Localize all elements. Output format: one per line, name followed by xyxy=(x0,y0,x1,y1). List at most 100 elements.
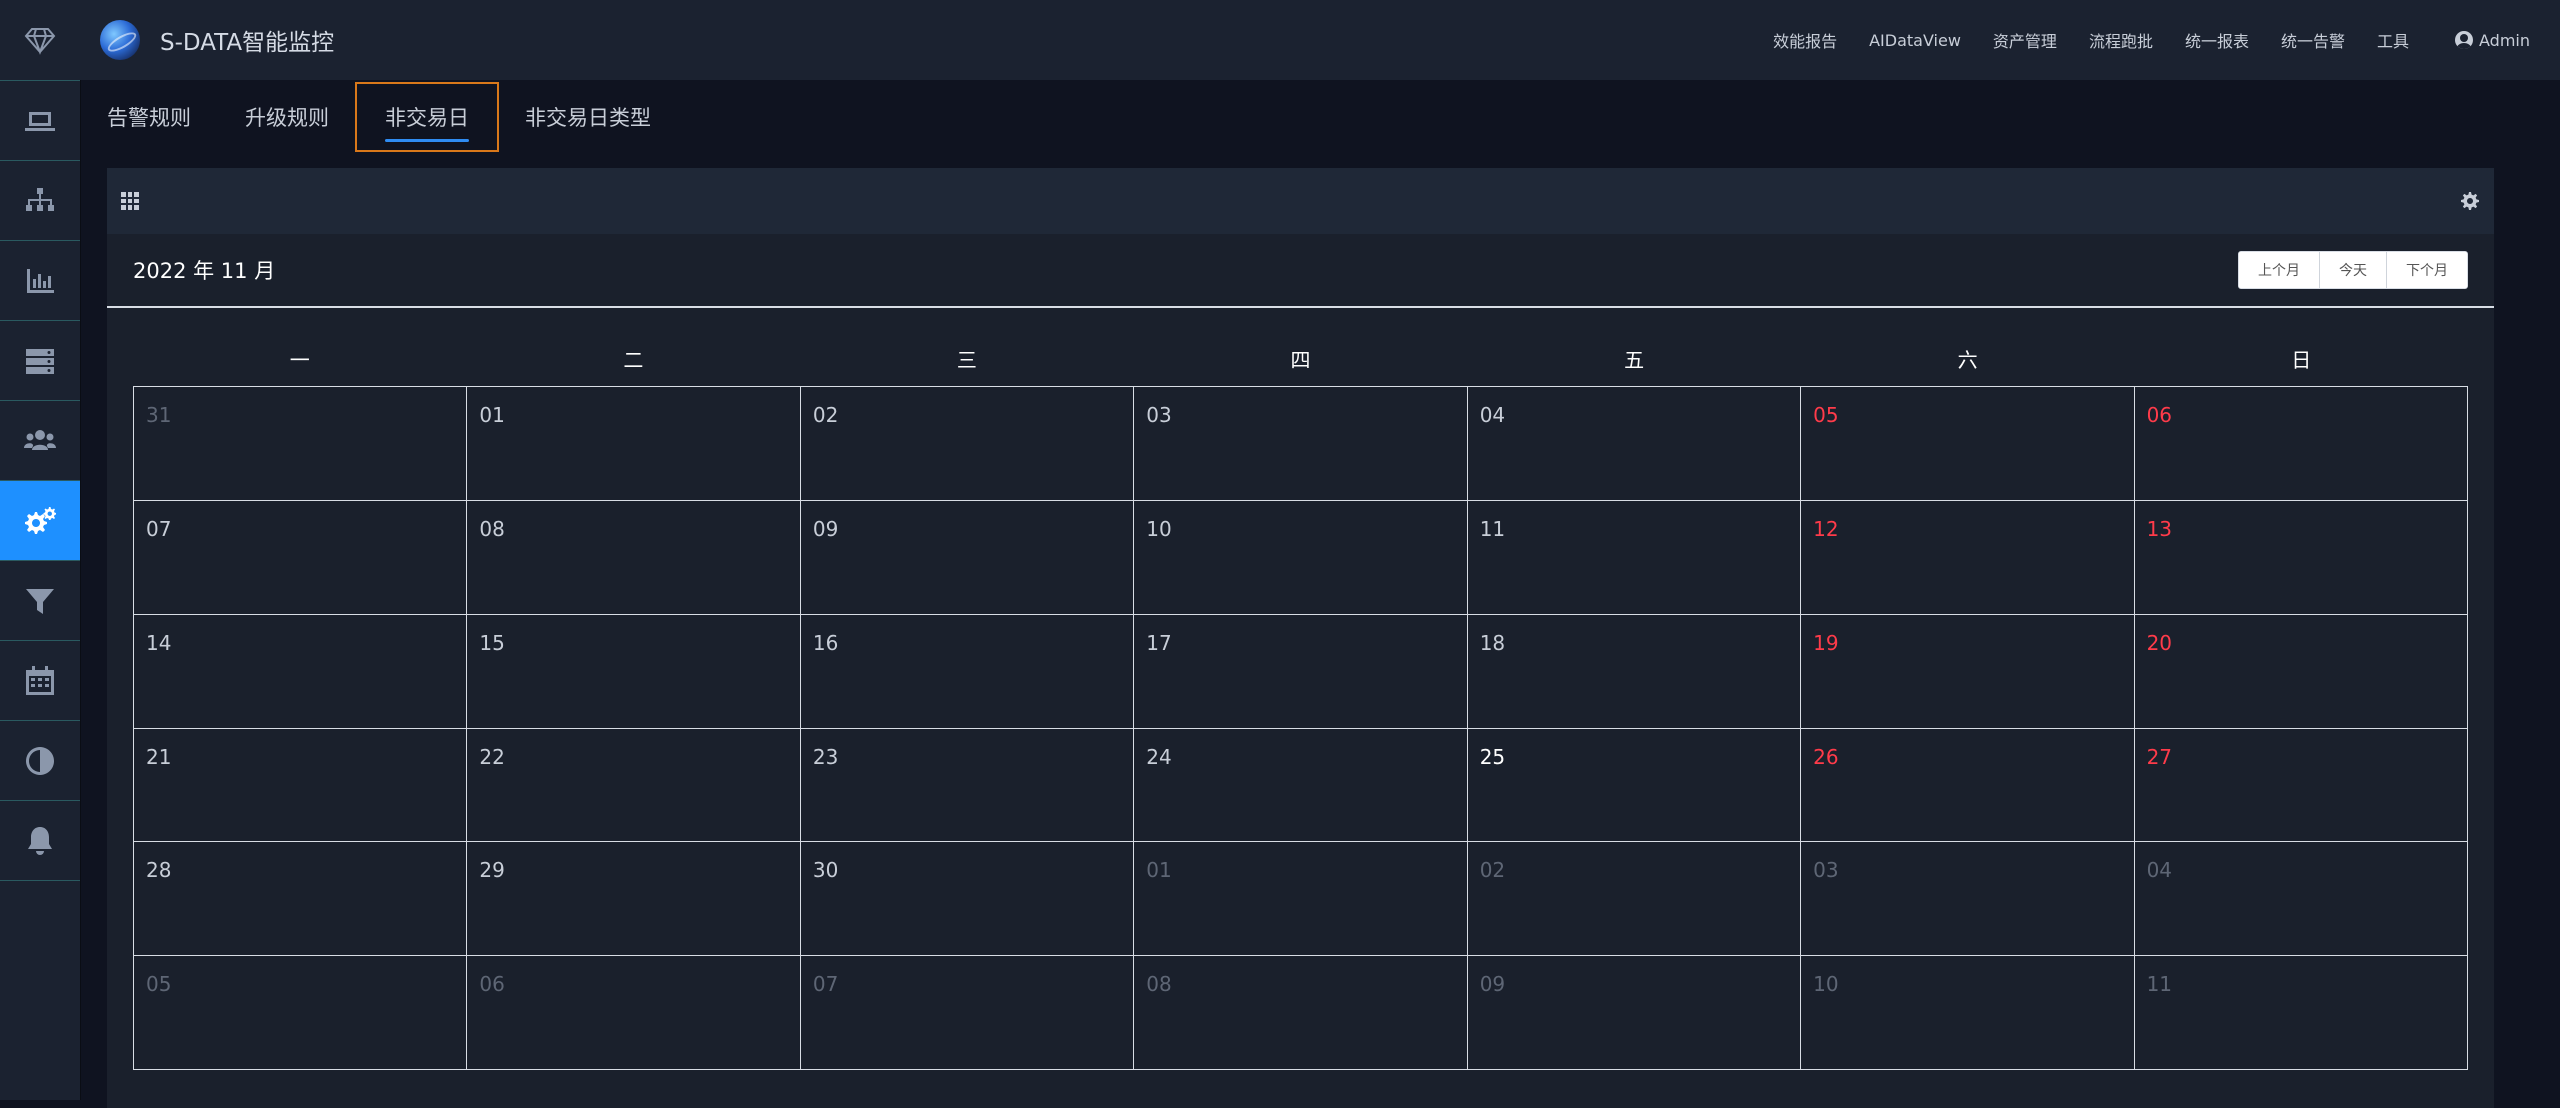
sidebar-item-filter[interactable] xyxy=(0,561,80,641)
calendar-day-cell[interactable]: 10 xyxy=(1134,500,1468,615)
calendar-day-cell[interactable]: 12 xyxy=(1801,500,2135,615)
calendar-day-cell[interactable]: 09 xyxy=(1467,956,1802,1070)
calendar-day-cell[interactable]: 15 xyxy=(467,614,801,729)
calendar-day-cell[interactable]: 29 xyxy=(467,842,801,957)
weekday-label: 日 xyxy=(2291,347,2312,372)
sidebar xyxy=(0,0,81,1100)
nav-item-efficiency-report[interactable]: 效能报告 xyxy=(1773,28,1837,52)
grid-menu-icon[interactable] xyxy=(121,192,139,210)
top-bar: S-DATA智能监控 效能报告 AIDataView 资产管理 流程跑批 统一报… xyxy=(80,0,2560,80)
weekday-label: 一 xyxy=(289,347,310,372)
calendar-day-cell[interactable]: 06 xyxy=(467,956,801,1070)
calendar-day-cell[interactable]: 05 xyxy=(1801,387,2135,501)
calendar-day-cell[interactable]: 27 xyxy=(2134,728,2468,843)
calendar-icon xyxy=(26,665,54,695)
calendar-day-cell[interactable]: 30 xyxy=(800,842,1135,957)
calendar-day-cell[interactable]: 05 xyxy=(134,956,468,1070)
weekday-header: 一 二 三 四 五 六 日 xyxy=(133,330,2468,386)
nav-item-unified-report[interactable]: 统一报表 xyxy=(2185,28,2249,52)
sidebar-item-sitemap[interactable] xyxy=(0,161,80,241)
calendar-day-cell[interactable]: 04 xyxy=(1467,387,1802,501)
calendar-header: 2022 年 11 月 上个月 今天 下个月 xyxy=(107,234,2494,308)
weekday-label: 四 xyxy=(1290,347,1311,372)
calendar-day-cell[interactable]: 11 xyxy=(2134,956,2468,1070)
calendar-day-cell[interactable]: 28 xyxy=(134,842,468,957)
users-icon xyxy=(24,429,56,450)
top-nav: 效能报告 AIDataView 资产管理 流程跑批 统一报表 统一告警 工具 A… xyxy=(1741,28,2530,52)
diamond-logo-icon[interactable] xyxy=(0,0,80,81)
calendar-day-cell[interactable]: 18 xyxy=(1467,614,1802,729)
app-title: S-DATA智能监控 xyxy=(160,30,335,56)
tab-alert-rules[interactable]: 告警规则 xyxy=(107,82,191,152)
calendar-day-cell[interactable]: 25 xyxy=(1467,728,1802,843)
sidebar-item-settings[interactable] xyxy=(0,481,80,561)
calendar-day-cell[interactable]: 31 xyxy=(134,387,468,501)
tab-escalation-rules[interactable]: 升级规则 xyxy=(245,82,329,152)
settings-gear-icon[interactable] xyxy=(2460,191,2480,211)
sidebar-item-theme[interactable] xyxy=(0,721,80,801)
nav-item-batch-process[interactable]: 流程跑批 xyxy=(2089,28,2153,52)
calendar-day-cell[interactable]: 07 xyxy=(134,500,468,615)
tab-non-trading-days[interactable]: 非交易日 xyxy=(355,82,499,152)
calendar-day-cell[interactable]: 04 xyxy=(2134,842,2468,957)
calendar-day-cell[interactable]: 11 xyxy=(1467,500,1802,615)
calendar-day-cell[interactable]: 13 xyxy=(2134,500,2468,615)
calendar-day-cell[interactable]: 02 xyxy=(1467,842,1802,957)
sidebar-item-charts[interactable] xyxy=(0,241,80,321)
calendar-day-cell[interactable]: 21 xyxy=(134,728,468,843)
calendar-day-cell[interactable]: 20 xyxy=(2134,614,2468,729)
bell-icon xyxy=(28,826,52,855)
admin-label: Admin xyxy=(2479,30,2530,50)
calendar-day-cell[interactable]: 19 xyxy=(1801,614,2135,729)
calendar-nav-buttons: 上个月 今天 下个月 xyxy=(2238,251,2468,289)
user-circle-icon xyxy=(2455,31,2473,49)
calendar-day-cell[interactable]: 01 xyxy=(467,387,801,501)
weekday-label: 三 xyxy=(956,347,977,372)
server-icon xyxy=(26,348,54,374)
calendar-day-cell[interactable]: 17 xyxy=(1134,614,1468,729)
globe-logo-icon xyxy=(100,20,140,60)
nav-item-aidataview[interactable]: AIDataView xyxy=(1869,31,1961,50)
calendar-day-cell[interactable]: 09 xyxy=(800,500,1135,615)
admin-menu[interactable]: Admin xyxy=(2455,31,2530,50)
calendar-month-title: 2022 年 11 月 xyxy=(133,259,276,283)
sidebar-item-servers[interactable] xyxy=(0,321,80,401)
calendar-day-cell[interactable]: 03 xyxy=(1134,387,1468,501)
weekday-label: 二 xyxy=(623,347,644,372)
calendar-day-cell[interactable]: 07 xyxy=(800,956,1135,1070)
calendar-panel: 2022 年 11 月 上个月 今天 下个月 一 二 三 四 五 六 日 31 0… xyxy=(107,168,2494,1108)
sidebar-item-calendar[interactable] xyxy=(0,641,80,721)
calendar-day-cell[interactable]: 10 xyxy=(1801,956,2135,1070)
today-button[interactable]: 今天 xyxy=(2319,252,2386,288)
calendar-day-cell[interactable]: 02 xyxy=(800,387,1135,501)
prev-month-button[interactable]: 上个月 xyxy=(2239,252,2319,288)
nav-item-tools[interactable]: 工具 xyxy=(2377,28,2409,52)
calendar-day-cell[interactable]: 03 xyxy=(1801,842,2135,957)
filter-icon xyxy=(26,588,54,614)
calendar-day-cell[interactable]: 08 xyxy=(1134,956,1468,1070)
sitemap-icon xyxy=(26,187,54,211)
sidebar-item-monitor[interactable] xyxy=(0,81,80,161)
tab-bar: 告警规则 升级规则 非交易日 非交易日类型 xyxy=(107,80,705,154)
bar-chart-icon xyxy=(27,268,54,293)
calendar-day-cell[interactable]: 26 xyxy=(1801,728,2135,843)
calendar-day-cell[interactable]: 16 xyxy=(800,614,1135,729)
calendar-day-cell[interactable]: 06 xyxy=(2134,387,2468,501)
nav-item-asset-management[interactable]: 资产管理 xyxy=(1993,28,2057,52)
calendar-grid: 31 01 02 03 04 05 06 07 08 09 10 11 12 13 14 15 16 17 18 19… xyxy=(133,386,2468,1070)
panel-header xyxy=(107,168,2494,234)
sidebar-item-users[interactable] xyxy=(0,401,80,481)
calendar-day-cell[interactable]: 14 xyxy=(134,614,468,729)
next-month-button[interactable]: 下个月 xyxy=(2386,252,2467,288)
calendar-day-cell[interactable]: 01 xyxy=(1134,842,1468,957)
calendar-day-cell[interactable]: 22 xyxy=(467,728,801,843)
nav-item-unified-alert[interactable]: 统一告警 xyxy=(2281,28,2345,52)
brand[interactable]: S-DATA智能监控 xyxy=(100,20,334,60)
sidebar-item-alerts[interactable] xyxy=(0,801,80,881)
weekday-label: 六 xyxy=(1957,347,1978,372)
weekday-label: 五 xyxy=(1624,347,1645,372)
calendar-day-cell[interactable]: 08 xyxy=(467,500,801,615)
calendar-day-cell[interactable]: 24 xyxy=(1134,728,1468,843)
tab-non-trading-day-types[interactable]: 非交易日类型 xyxy=(525,82,651,152)
calendar-day-cell[interactable]: 23 xyxy=(800,728,1135,843)
